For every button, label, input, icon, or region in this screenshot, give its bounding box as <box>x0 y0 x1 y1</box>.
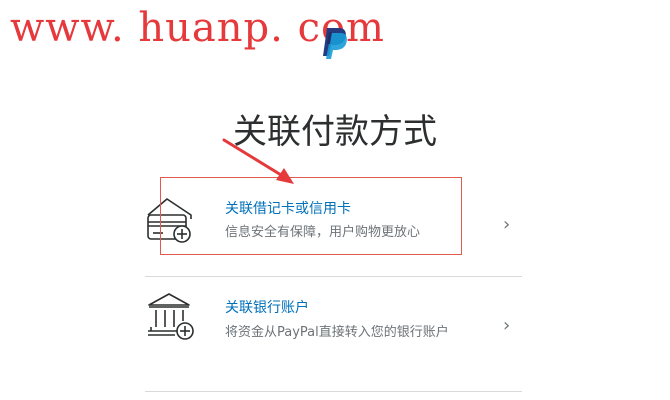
page-title: 关联付款方式 <box>233 112 437 152</box>
chevron-right-icon[interactable]: › <box>503 214 510 235</box>
bank-icon <box>148 293 194 340</box>
chevron-right-icon[interactable]: › <box>503 315 510 336</box>
annotation-arrow-icon <box>222 138 294 184</box>
link-bank-description: 将资金从PayPal直接转入您的银行账户 <box>225 325 449 340</box>
link-card-option[interactable]: 关联借记卡或信用卡 信息安全有保障，用户购物更放心 › <box>145 176 522 277</box>
link-bank-title[interactable]: 关联银行账户 <box>225 297 309 317</box>
link-card-description: 信息安全有保障，用户购物更放心 <box>225 225 421 240</box>
link-bank-option[interactable]: 关联银行账户 将资金从PayPal直接转入您的银行账户 › <box>145 277 522 392</box>
paypal-logo <box>323 28 347 59</box>
credit-card-icon <box>147 198 192 243</box>
link-card-title[interactable]: 关联借记卡或信用卡 <box>225 198 351 218</box>
